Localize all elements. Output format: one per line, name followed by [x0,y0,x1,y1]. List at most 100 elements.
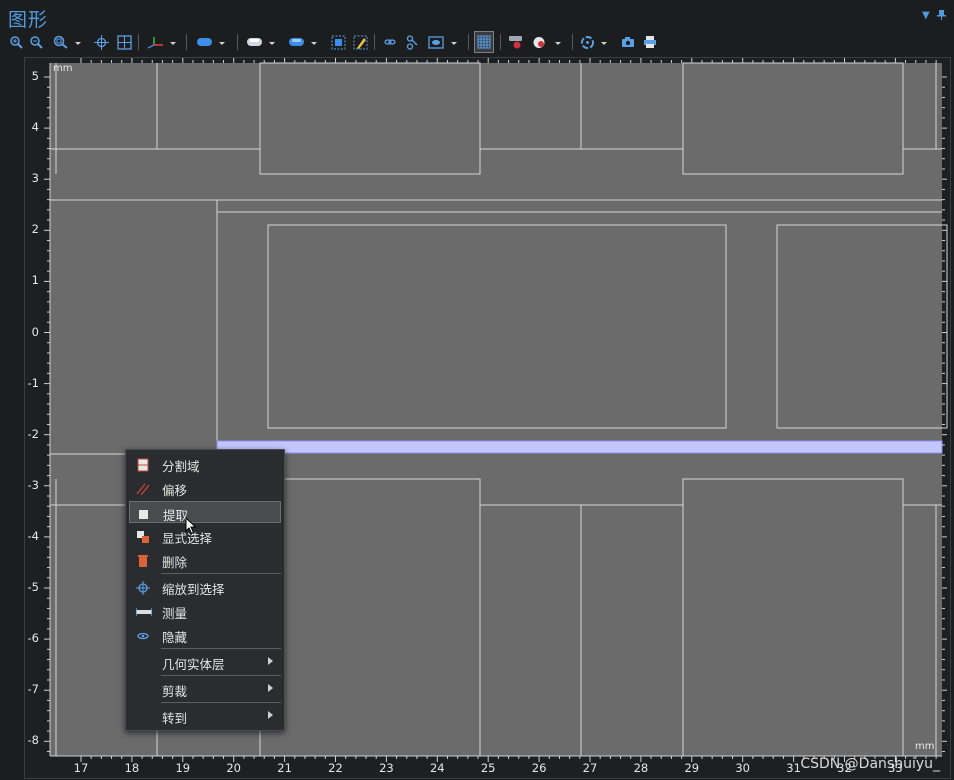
chevron-down-icon[interactable] [218,35,226,49]
menu-item-label: 分割域 [162,459,200,474]
toolbar-separator [138,34,139,50]
y-tick-label: -8 [27,733,39,748]
menu-item-geometry-layers[interactable]: 几何实体层 [129,651,281,673]
x-tick-label: 20 [226,761,241,775]
menu-item-label: 转到 [162,711,188,726]
menu-item-goto[interactable]: 转到 [129,705,281,727]
select-edge-icon[interactable] [286,31,306,53]
x-tick-label: 22 [328,761,343,775]
y-tick-label: -5 [27,580,39,594]
collapse-arrow-icon[interactable]: ▼ [922,10,930,21]
y-tick-label: -4 [27,528,39,543]
selection-list-icon[interactable] [403,31,421,53]
link-icon[interactable] [382,31,398,53]
hide-icon [136,628,150,642]
y-tick-label: -2 [27,426,39,441]
menu-item-label: 隐藏 [162,630,188,645]
toolbar-separator [186,34,187,50]
zoom-to-selection-icon [136,580,150,595]
explicit-selection-icon [136,529,150,543]
menu-item-label: 几何实体层 [162,657,225,672]
chevron-down-icon[interactable] [554,35,562,49]
menu-item-delete[interactable]: 删除 [129,549,281,571]
x-tick-label: 24 [429,761,445,775]
toolbar-separator [572,34,573,50]
menu-item-hide[interactable]: 隐藏 [129,624,281,646]
x-tick-label: 28 [633,761,649,775]
chevron-down-icon[interactable] [74,35,82,49]
y-tick-label: 1 [31,273,39,288]
zoom-in-icon[interactable] [8,31,24,53]
menu-item-split-domain[interactable]: 分割域 [129,453,281,475]
x-tick-label: 30 [735,761,750,775]
menu-separator [161,702,281,703]
menu-item-explicit-selection[interactable]: 显式选择 [129,525,281,547]
x-tick-label: 29 [684,761,700,775]
camera-icon[interactable] [619,31,637,53]
menu-item-zoom-to-selection[interactable]: 缩放到选择 [129,576,281,598]
zoom-selection-icon[interactable] [329,31,347,53]
y-tick-label: -1 [27,375,39,390]
toolbar-separator [468,34,469,50]
y-unit-label: mm [53,63,73,74]
x-tick-label: 21 [277,761,292,775]
menu-item-clip[interactable]: 剪裁 [129,678,281,700]
toolbar-separator [374,34,375,50]
zoom-out-icon[interactable] [28,31,44,53]
pan-icon[interactable] [92,31,110,53]
lighting-icon[interactable] [506,31,524,53]
y-tick-label: 4 [31,120,39,135]
render-icon[interactable] [530,31,550,53]
zoom-box-icon[interactable] [51,31,69,53]
select-domain-icon[interactable] [194,31,214,53]
y-tick-label: -7 [27,682,39,697]
menu-item-label: 偏移 [162,483,188,498]
menu-separator [161,648,281,649]
paint-icon[interactable] [351,31,369,53]
zoom-extents-icon[interactable] [115,31,133,53]
x-tick-label: 25 [480,761,496,775]
menu-item-label: 缩放到选择 [162,582,225,597]
extract-icon [137,506,151,520]
selected-domain[interactable] [216,440,943,454]
split-domain-icon [136,457,150,472]
print-icon[interactable] [641,31,659,53]
chevron-down-icon[interactable] [169,35,177,49]
window-title: 图形 [8,9,49,31]
grid-toggle-icon[interactable] [474,31,494,53]
menu-item-label: 剪裁 [162,684,188,699]
axes-icon[interactable] [144,31,166,53]
view-icon[interactable] [426,31,446,53]
menu-separator [161,573,281,574]
menu-separator [161,675,281,676]
menu-item-label: 删除 [162,555,188,570]
x-unit-label: mm [915,741,935,752]
y-tick-label: -3 [27,477,39,492]
pin-icon[interactable] [937,10,946,23]
chevron-down-icon[interactable] [310,35,318,49]
chevron-down-icon[interactable] [450,35,458,49]
menu-item-extract[interactable]: 提取 [129,501,281,523]
toolbar-separator [237,34,238,50]
submenu-arrow-icon [268,657,273,665]
select-boundary-icon[interactable] [244,31,264,53]
y-tick-label: 2 [31,222,39,237]
submenu-arrow-icon [268,711,273,719]
menu-item-offset[interactable]: 偏移 [129,477,281,499]
graphics-title-bar: 图形 ▼ [0,0,954,32]
rotate-icon[interactable] [578,31,596,53]
y-tick-label: 0 [31,324,39,339]
x-tick-label: 26 [531,761,547,775]
toolbar-separator [500,34,501,50]
y-tick-label: 3 [31,171,39,186]
chevron-down-icon[interactable] [600,35,608,49]
y-tick-label: -6 [27,631,39,646]
context-menu[interactable]: 分割域 偏移 提取 显式选择 删除 缩放到选择 测量 隐藏 几何实体层 剪裁 转… [125,449,285,731]
measure-icon [135,604,153,618]
chevron-down-icon[interactable] [268,35,276,49]
submenu-arrow-icon [268,684,273,692]
x-tick-label: 27 [582,761,598,775]
mouse-cursor-icon [185,517,197,535]
graphics-toolbar [4,31,944,53]
menu-item-measure[interactable]: 测量 [129,600,281,622]
